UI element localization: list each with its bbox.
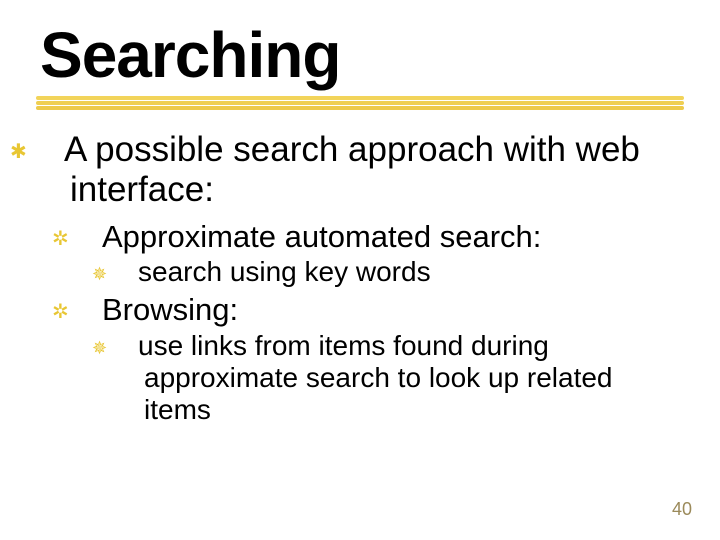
bullet-level2: ✲Browsing:: [80, 292, 680, 328]
bullet-icon-l2: ✲: [80, 300, 102, 323]
slide-title: Searching: [40, 18, 340, 92]
bullet-text: A possible search approach with web inte…: [64, 130, 640, 209]
slide: Searching ✱A possible search approach wi…: [0, 0, 720, 540]
bullet-text: use links from items found during approx…: [138, 330, 613, 425]
bullet-icon-l1: ✱: [40, 140, 64, 163]
bullet-level1: ✱A possible search approach with web int…: [40, 130, 680, 211]
bullet-icon-l2: ✲: [80, 227, 102, 250]
bullet-level3: ✵search using key words: [118, 256, 680, 288]
body-content: ✱A possible search approach with web int…: [40, 130, 680, 431]
bullet-icon-l3: ✵: [118, 339, 138, 360]
bullet-level2: ✲Approximate automated search:: [80, 219, 680, 255]
bullet-text: Approximate automated search:: [102, 219, 541, 254]
bullet-text: search using key words: [138, 256, 431, 287]
bullet-icon-l3: ✵: [118, 265, 138, 286]
title-underline: [36, 96, 684, 114]
bullet-text: Browsing:: [102, 292, 238, 327]
bullet-level3: ✵use links from items found during appro…: [118, 330, 680, 427]
page-number: 40: [672, 499, 692, 520]
